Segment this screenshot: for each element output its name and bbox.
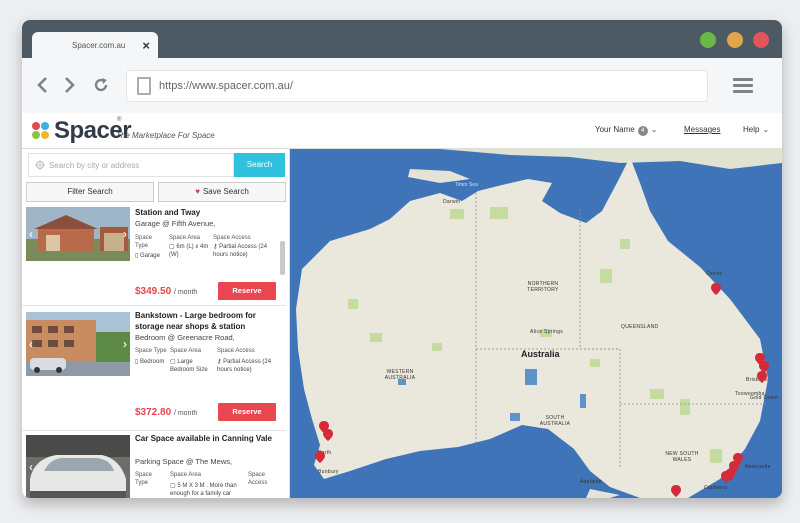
adelaide-label: Adelaide [580,479,602,485]
help-label: Help [743,125,760,134]
space-type-label: Space Type [135,348,167,354]
listing-title[interactable]: Car Space available in Canning Vale [135,433,280,444]
sa-label: SOUTH AUSTRALIA [539,415,571,427]
space-type-label: Space Type [135,235,153,249]
nt-label: NORTHERN TERRITORY [527,281,559,293]
page-icon [137,77,151,95]
browser-window: Spacer.com.au × https://www.spacer.com.a… [22,20,782,498]
tab-title: Spacer.com.au [72,41,126,50]
map-canvas[interactable] [290,149,782,498]
qld-label: QUEENSLAND [621,324,659,330]
chevron-right-icon[interactable] [64,76,76,97]
darwin-label: Darwin [443,199,461,205]
space-access-label: Space Access [213,235,251,241]
space-access-value: ⚷ Partial Access (24 hours notice) [213,244,268,258]
alice-springs-label: Alice Springs [530,329,564,335]
url-text[interactable]: https://www.spacer.com.au/ [159,80,293,92]
space-type-value: ▯ Garage [135,253,160,259]
country-label: Australia [521,349,560,359]
chevron-left-icon[interactable] [36,76,48,97]
chevron-left-icon[interactable]: ‹ [29,460,33,474]
reload-icon[interactable] [92,76,110,97]
chevron-down-icon: ⌄ [650,125,658,134]
minimize-dot[interactable] [727,32,743,48]
bunbury-label: Bunbury [318,469,339,475]
space-area-label: Space Area [170,348,202,354]
listing-photo[interactable]: ‹ › [26,207,130,261]
maximize-dot[interactable] [700,32,716,48]
brisbane-label: Brisbane [746,377,769,383]
filter-search-button[interactable]: Filter Search [26,182,154,202]
browser-tab[interactable]: Spacer.com.au × [32,32,158,60]
listing-subtitle: Parking Space @ The Mews, [135,457,233,466]
chevron-left-icon[interactable]: ‹ [29,337,33,351]
list-item[interactable]: ‹ › Bankstown - Large bedroom for storag… [22,306,286,431]
listing-title[interactable]: Station and Tway [135,207,280,218]
chevron-down-icon: ⌄ [762,125,770,134]
space-type-value: ▯ Bedroom [135,359,165,365]
results-map[interactable]: Timor Sea Arafura Sea NORTHERN TERRITORY… [290,149,782,498]
page-viewport: Spacer ® The Marketplace For Space Your … [22,113,782,498]
space-access-label: Space Access [217,348,255,354]
search-placeholder: Search by city or address [49,161,140,170]
save-search-label: Save Search [202,187,249,196]
space-area-label: Space Area [170,472,202,478]
heart-icon: ♥ [195,187,200,196]
listing-subtitle: Bedroom @ Greenacre Road, [135,333,235,342]
registered-mark: ® [117,117,122,123]
browser-toolbar: https://www.spacer.com.au/ [22,58,782,113]
newcastle-label: Newcastle [745,464,771,470]
address-bar[interactable]: https://www.spacer.com.au/ [126,70,708,102]
list-item[interactable]: ‹ › Station and Tway Garage @ Fifth Aven… [22,207,286,306]
space-area-label: Space Area [169,235,201,241]
space-area-value: ▢ 6m (L) x 4m (W) [169,244,209,258]
save-search-button[interactable]: ♥ Save Search [158,182,286,202]
chevron-right-icon[interactable]: › [123,227,127,241]
location-pin-icon [35,160,45,170]
timor-sea-label: Timor Sea [455,182,478,188]
perth-label: Perth [318,450,332,456]
nsw-label: NEW SOUTH WALES [665,451,699,463]
user-name: Your Name [595,125,635,134]
sidebar-scrollbar[interactable] [280,241,285,275]
listing-subtitle: Garage @ Fifth Avenue, [135,219,216,228]
listing-photo[interactable]: ‹ › [26,312,130,376]
close-dot[interactable] [753,32,769,48]
tagline: The Marketplace For Space [116,131,215,140]
space-access-value: ⚷ Partial Access (24 hours notice) [217,359,272,373]
notification-badge: 4 [637,126,648,136]
tab-close-icon[interactable]: × [142,38,150,53]
search-button[interactable]: Search [234,153,285,177]
wa-label: WESTERN AUSTRALIA [384,369,416,381]
listing-price: $372.80 / month [135,407,198,418]
space-area-value: ▢ 5 M X 3 M . More than enough for a fam… [170,483,237,497]
help-menu[interactable]: Help ⌄ [743,125,769,134]
hamburger-menu-icon[interactable] [733,78,753,94]
chevron-right-icon[interactable]: › [123,337,127,351]
chevron-left-icon[interactable]: ‹ [29,227,33,241]
logo-mark-icon[interactable] [32,122,50,140]
reserve-button[interactable]: Reserve [218,282,276,300]
messages-link[interactable]: Messages [684,125,720,134]
gold-coast-label: Gold Coast [750,395,779,401]
user-menu[interactable]: Your Name 4 ⌄ [595,125,657,136]
reserve-button[interactable]: Reserve [218,403,276,421]
space-type-label: Space Type [135,472,153,486]
space-area-value: ▢ Large Bedroom Size [170,359,208,373]
results-sidebar: Search by city or address Search Filter … [22,149,290,498]
search-input[interactable]: Search by city or address [28,153,234,177]
list-item[interactable]: ‹ Car Space available in Canning Vale Pa… [22,431,286,498]
site-header: Spacer ® The Marketplace For Space Your … [22,113,782,149]
space-access-label: Space Access [248,472,268,486]
listing-title[interactable]: Bankstown - Large bedroom for storage ne… [135,310,280,332]
arafura-sea-label: Arafura Sea [566,151,593,157]
canberra-label: Canberra [704,485,728,491]
listing-price: $349.50 / month [135,286,198,297]
listing-photo[interactable]: ‹ [26,435,130,498]
cairns-label: Cairns [706,271,723,277]
